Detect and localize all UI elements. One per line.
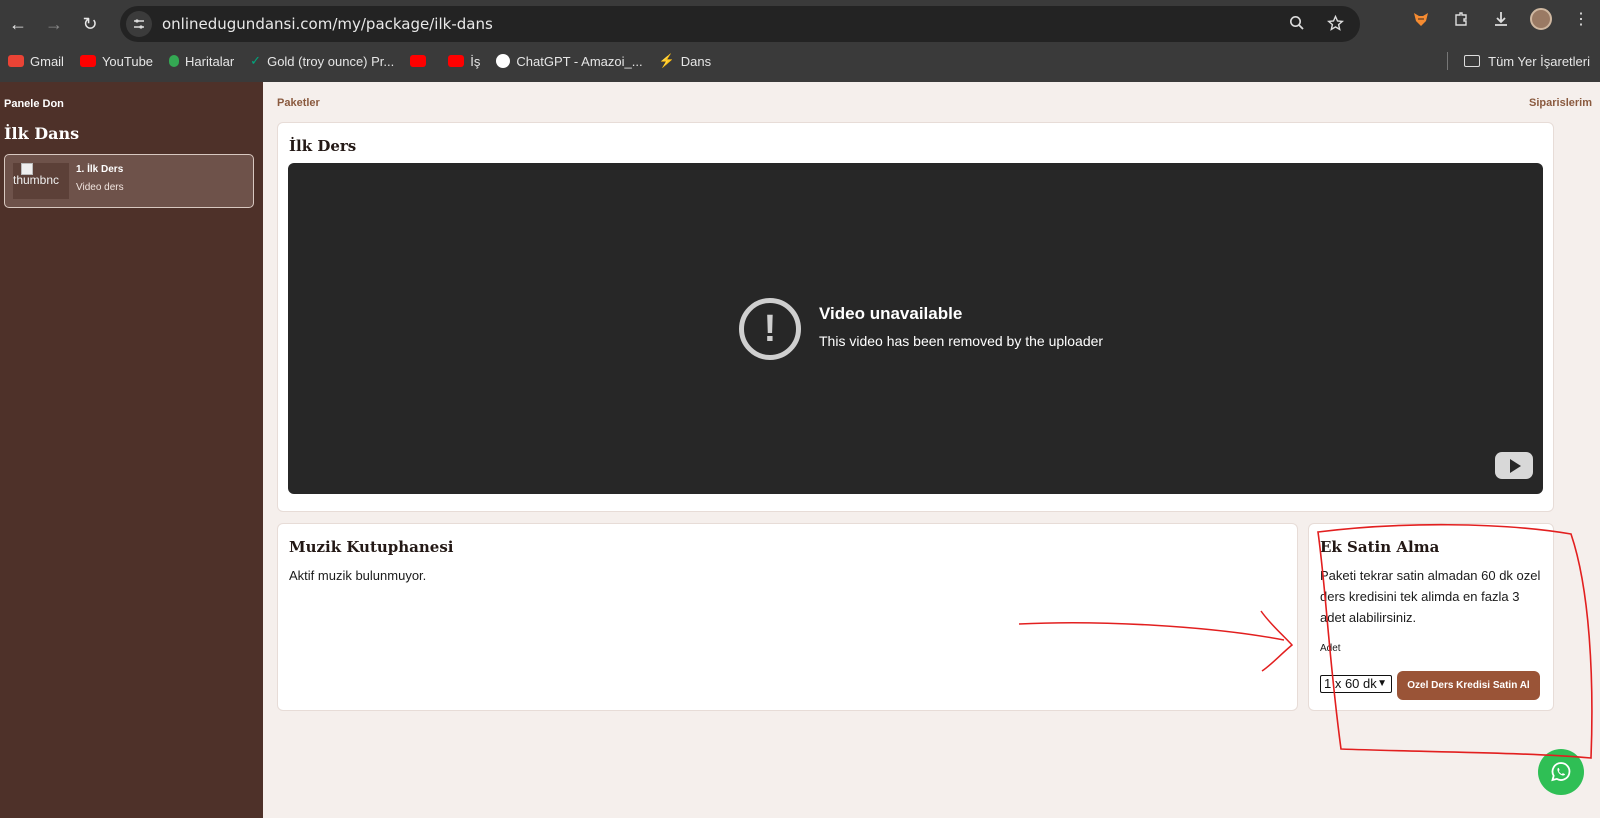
bookmark-youtube[interactable]: YouTube (79, 54, 153, 69)
quantity-label: Adet (1320, 643, 1341, 654)
broken-image-icon (21, 163, 33, 175)
back-button[interactable]: ← (0, 6, 36, 42)
lesson-video-card: İlk Ders ! Video unavailable This video … (277, 122, 1554, 512)
music-library-card: Muzik Kutuphanesi Aktif muzik bulunmuyor… (277, 523, 1298, 711)
reload-button[interactable]: ↻ (72, 6, 108, 42)
browser-chrome: ← → ↻ onlinedugundansi.com/my/package/il… (0, 0, 1600, 82)
buy-private-lesson-button[interactable]: Ozel Ders Kredisi Satin Al (1397, 671, 1540, 700)
bookmark-youtube-2[interactable] (410, 55, 432, 67)
zoom-icon[interactable] (1286, 12, 1308, 34)
folder-icon (1464, 55, 1481, 67)
maps-icon (169, 55, 180, 67)
youtube-icon (448, 55, 465, 67)
more-menu-icon[interactable]: ⋮ (1570, 8, 1592, 30)
bookmark-star-icon[interactable] (1324, 12, 1346, 34)
quantity-select[interactable]: 1 x 60 dk ▼ (1320, 675, 1392, 693)
profile-avatar[interactable] (1530, 8, 1552, 30)
lesson-card[interactable]: thumbnc 1. İlk Ders Video ders (4, 154, 254, 208)
dance-icon: ⚡ (658, 53, 675, 68)
youtube-logo-icon[interactable] (1495, 452, 1533, 479)
video-player[interactable]: ! Video unavailable This video has been … (288, 163, 1543, 494)
packages-link[interactable]: Paketler (277, 97, 320, 109)
video-title: Video unavailable (819, 304, 963, 323)
all-bookmarks[interactable]: Tüm Yer İşaretleri (1447, 48, 1590, 74)
bookmark-dans[interactable]: ⚡ Dans (659, 53, 712, 69)
lesson-card-title: İlk Ders (289, 137, 357, 155)
bookmark-separator (1447, 52, 1449, 70)
fox-extension-icon[interactable] (1410, 8, 1432, 30)
youtube-icon (410, 55, 427, 67)
extra-purchase-card: Ek Satin Alma Paketi tekrar satin almada… (1308, 523, 1554, 711)
sidebar: Panele Don İlk Dans thumbnc 1. İlk Ders … (0, 82, 263, 818)
selected-quantity: 1 x 60 dk (1324, 676, 1377, 691)
bookmark-haritalar[interactable]: Haritalar (169, 54, 234, 69)
bookmark-is[interactable]: İş (448, 54, 480, 69)
lesson-type: Video ders (76, 182, 124, 193)
extra-purchase-title: Ek Satin Alma (1320, 538, 1440, 556)
bookmarks-bar: Gmail YouTube Haritalar ✓ Gold (troy ounc… (0, 48, 1600, 74)
purchase-description: Paketi tekrar satin almadan 60 dk ozel d… (1320, 568, 1541, 625)
whatsapp-icon (1551, 762, 1571, 782)
gmail-icon (8, 55, 24, 67)
reload-icon: ↻ (82, 13, 98, 34)
site-info-icon[interactable] (126, 11, 152, 37)
bookmark-gmail[interactable]: Gmail (8, 54, 64, 69)
checkmark-icon: ✓ (250, 53, 262, 68)
lesson-thumbnail: thumbnc (13, 163, 69, 199)
extensions-area: ⋮ (1410, 8, 1592, 30)
youtube-icon (79, 55, 96, 67)
package-title: İlk Dans (4, 124, 80, 143)
back-icon: ← (9, 13, 27, 34)
chatgpt-icon (496, 54, 511, 68)
warning-icon: ! (739, 298, 801, 360)
forward-button[interactable]: → (36, 6, 72, 42)
address-bar[interactable]: onlinedugundansi.com/my/package/ilk-dans (120, 6, 1360, 42)
extensions-icon[interactable] (1450, 8, 1472, 30)
browser-toolbar: ← → ↻ onlinedugundansi.com/my/package/il… (0, 4, 1600, 44)
main-content: Paketler Siparislerim İlk Ders ! Video u… (263, 82, 1600, 818)
orders-link[interactable]: Siparislerim (1529, 97, 1592, 109)
whatsapp-button[interactable] (1538, 749, 1584, 795)
forward-icon: → (45, 13, 63, 34)
music-library-title: Muzik Kutuphanesi (289, 538, 454, 556)
url-text[interactable]: onlinedugundansi.com/my/package/ilk-dans (162, 15, 493, 33)
download-icon[interactable] (1490, 8, 1512, 30)
back-to-panel-link[interactable]: Panele Don (4, 98, 64, 110)
chevron-down-icon: ▼ (1377, 678, 1387, 689)
video-message: This video has been removed by the uploa… (819, 333, 1104, 349)
thumbnail-alt-text: thumbnc (13, 173, 60, 187)
bookmark-gold[interactable]: ✓ Gold (troy ounce) Pr... (250, 53, 394, 69)
bookmark-chatgpt[interactable]: ChatGPT - Amazoi_... (496, 54, 643, 69)
lesson-title: 1. İlk Ders (76, 164, 124, 175)
music-empty-text: Aktif muzik bulunmuyor. (289, 568, 427, 583)
